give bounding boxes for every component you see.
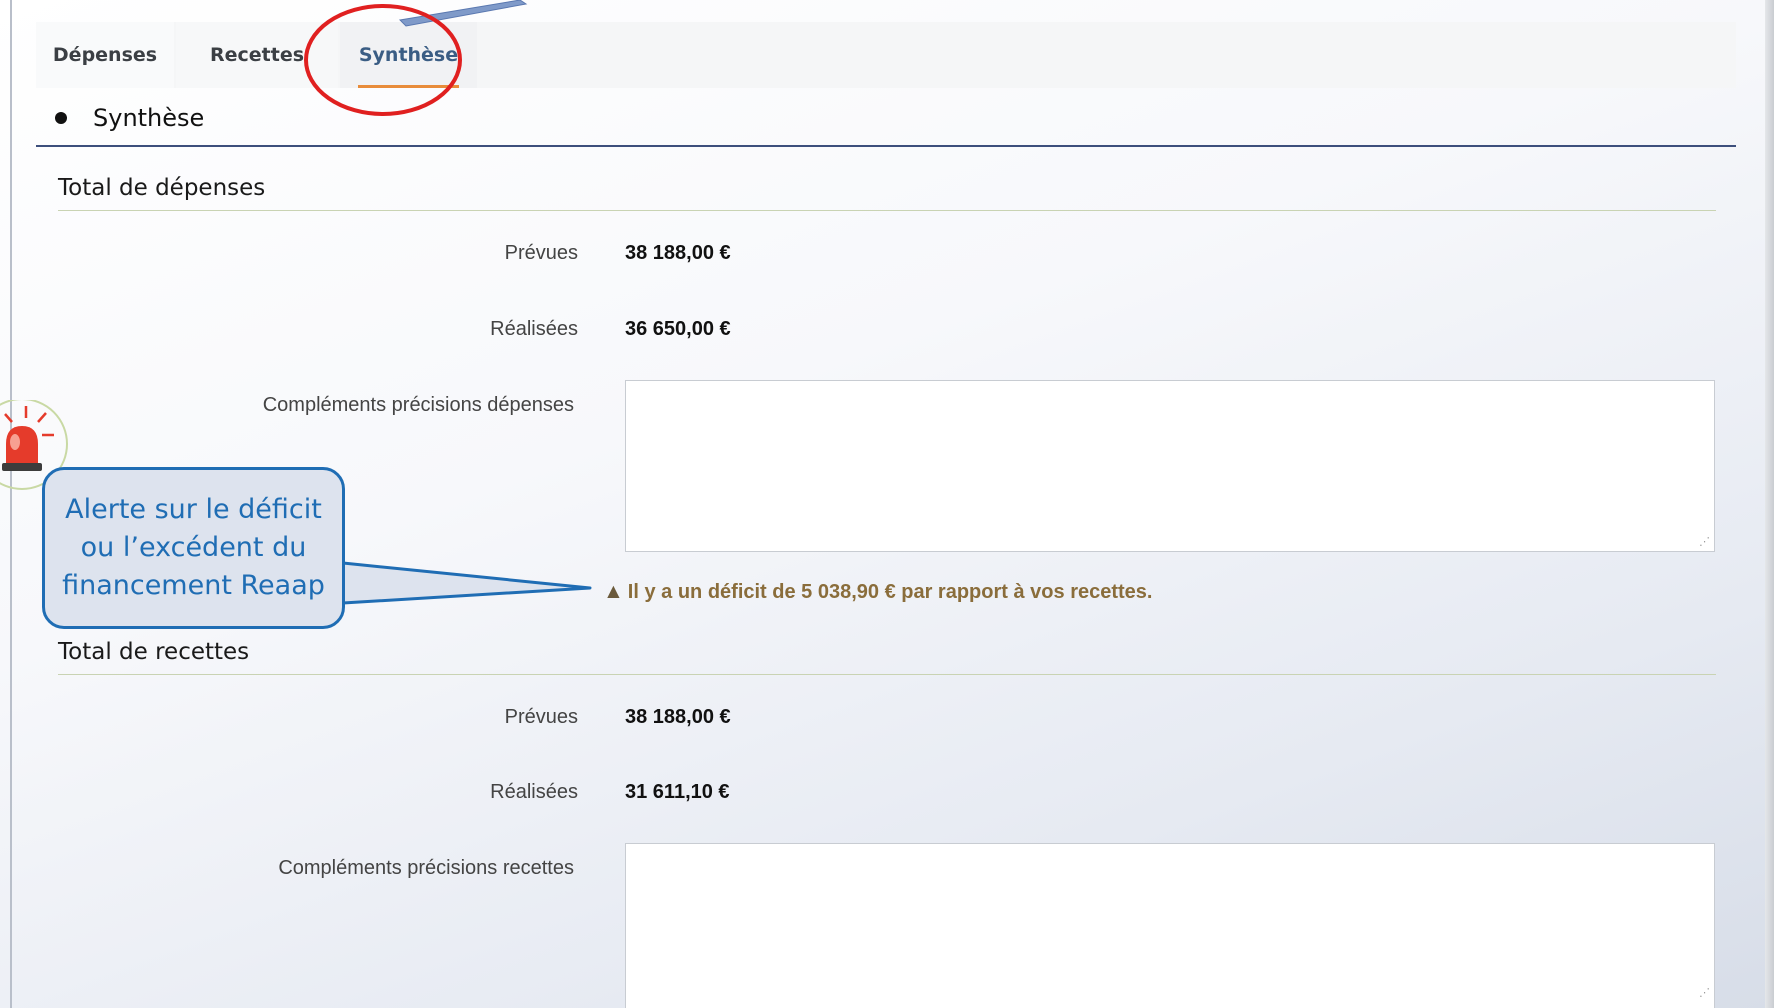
complements-recettes-textarea[interactable]: ⋰ (625, 843, 1715, 1008)
heading-divider-depenses (58, 210, 1716, 211)
label-depenses-realisees: Réalisées (490, 318, 578, 340)
left-window-border (10, 0, 12, 1008)
tab-depenses[interactable]: Dépenses (36, 22, 174, 88)
deficit-warning-text: Il y a un déficit de 5 038,90 € par rapp… (627, 580, 1153, 603)
section-title: Synthèse (55, 104, 204, 132)
label-recettes-realisees: Réalisées (490, 781, 578, 803)
right-scrollbar[interactable] (1765, 0, 1774, 1008)
tab-recettes[interactable]: Recettes (176, 22, 338, 88)
section-title-text: Synthèse (93, 104, 205, 132)
heading-total-depenses: Total de dépenses (58, 175, 266, 201)
value-depenses-realisees: 36 650,00 € (625, 318, 731, 340)
label-complements-recettes: Compléments précisions recettes (278, 857, 574, 879)
label-recettes-prevues: Prévues (504, 706, 578, 728)
tab-synthese[interactable]: Synthèse (340, 22, 477, 88)
callout-tail (342, 561, 592, 605)
section-divider (36, 145, 1736, 147)
heading-divider-recettes (58, 674, 1716, 675)
tab-bar: Dépenses Recettes Synthèse (36, 22, 1736, 88)
label-depenses-prevues: Prévues (504, 242, 578, 264)
resize-grip-icon[interactable]: ⋰ (1699, 987, 1710, 998)
complements-depenses-textarea[interactable]: ⋰ (625, 380, 1715, 552)
callout-text: Alerte sur le déficit ou l’excédent du f… (62, 494, 325, 601)
label-complements-depenses: Compléments précisions dépenses (262, 394, 574, 416)
bullet-icon (55, 112, 67, 124)
annotation-callout: Alerte sur le déficit ou l’excédent du f… (42, 467, 345, 629)
value-recettes-prevues: 38 188,00 € (625, 706, 731, 728)
warning-triangle-icon: ▲ (603, 580, 624, 603)
heading-total-recettes: Total de recettes (58, 639, 250, 665)
value-recettes-realisees: 31 611,10 € (625, 781, 730, 803)
value-depenses-prevues: 38 188,00 € (625, 242, 731, 264)
resize-grip-icon[interactable]: ⋰ (1699, 536, 1710, 547)
deficit-warning: ▲ Il y a un déficit de 5 038,90 € par ra… (603, 580, 1152, 604)
